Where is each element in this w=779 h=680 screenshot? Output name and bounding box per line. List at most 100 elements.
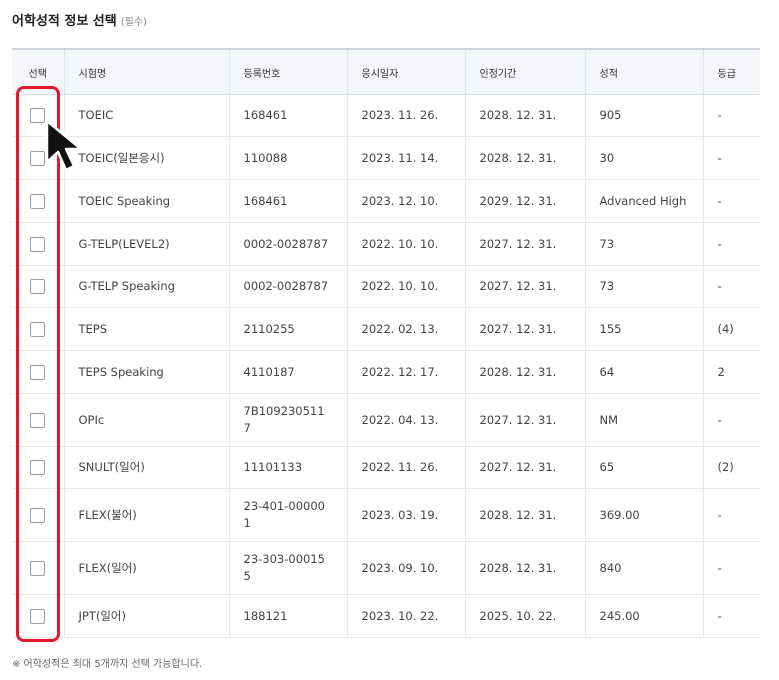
cell-select	[12, 307, 64, 351]
cell-grade: -	[702, 265, 760, 308]
cell-valid-period: 2025. 10. 22.	[464, 594, 585, 638]
table-row: G-TELP(LEVEL2) 0002-0028787 2022. 10. 10. 2…	[12, 222, 760, 266]
cell-grade: -	[702, 488, 760, 542]
row-select-checkbox[interactable]	[30, 460, 46, 475]
cell-exam-name: G-TELP Speaking	[63, 265, 229, 308]
table-row: FLEX(불어) 23-401-00000 1 2023. 03. 19. 2028.…	[12, 488, 760, 542]
cell-valid-period: 2028. 12. 31.	[464, 350, 585, 394]
header-select: 선택	[12, 48, 64, 95]
cell-registration-number: 23-401-00000 1	[228, 488, 347, 542]
table-row: TOEIC(일본응시) 110088 2023. 11. 14. 2028. 12. …	[12, 136, 760, 180]
cell-test-date: 2022. 10. 10.	[346, 222, 465, 266]
cell-select	[12, 393, 64, 447]
cell-score: 155	[584, 307, 703, 351]
row-select-checkbox[interactable]	[30, 236, 46, 252]
cell-grade: -	[702, 594, 760, 638]
language-score-table: 선택 시험명 등록번호 응시일자 인정기간 성적 등급 TOEIC 168461 2…	[12, 48, 760, 638]
header-test-date: 응시일자	[346, 48, 465, 95]
table-row: TEPS 2110255 2022. 02. 13. 2027. 12. 31. 155…	[12, 307, 760, 351]
cell-valid-period: 2028. 12. 31.	[464, 94, 585, 137]
cell-score: 840	[584, 541, 703, 595]
cell-registration-number: 2110255	[228, 307, 347, 351]
row-select-checkbox[interactable]	[30, 193, 46, 209]
cell-registration-number: 110088	[228, 136, 347, 180]
cell-grade: (4)	[702, 307, 760, 351]
section-title: 어학성적 정보 선택	[12, 14, 117, 29]
cell-registration-number: 168461	[228, 179, 347, 223]
cell-exam-name: TOEIC(일본응시)	[63, 136, 229, 180]
cell-valid-period: 2027. 12. 31.	[464, 307, 585, 351]
selection-limit-note: ※ 어학성적은 최대 5개까지 선택 가능합니다.	[12, 659, 203, 670]
cell-grade: -	[702, 179, 760, 223]
row-select-checkbox[interactable]	[30, 321, 46, 337]
cell-select	[12, 94, 64, 137]
header-registration-number: 등록번호	[228, 48, 347, 95]
row-select-checkbox[interactable]	[30, 608, 46, 624]
cell-exam-name: G-TELP(LEVEL2)	[63, 222, 229, 266]
cell-grade: 2	[702, 350, 760, 394]
row-select-checkbox[interactable]	[30, 108, 46, 123]
cell-registration-number: 23-303-00015 5	[228, 541, 347, 595]
cell-registration-number: 0002-0028787	[228, 265, 347, 308]
cell-select	[12, 265, 64, 308]
cell-exam-name: TEPS	[63, 307, 229, 351]
cell-test-date: 2023. 03. 19.	[346, 488, 465, 542]
cell-valid-period: 2028. 12. 31.	[464, 488, 585, 542]
cell-exam-name: TOEIC Speaking	[63, 179, 229, 223]
cell-valid-period: 2027. 12. 31.	[464, 265, 585, 308]
cell-score: NM	[584, 393, 703, 447]
cell-test-date: 2023. 11. 26.	[346, 94, 465, 137]
cell-grade: -	[702, 94, 760, 137]
table-row: JPT(일어) 188121 2023. 10. 22. 2025. 10. 22. 2…	[12, 594, 760, 638]
cell-test-date: 2023. 09. 10.	[346, 541, 465, 595]
table-row: G-TELP Speaking 0002-0028787 2022. 10. 10.…	[12, 265, 760, 308]
cell-test-date: 2023. 12. 10.	[346, 179, 465, 223]
cell-exam-name: SNULT(일어)	[63, 446, 229, 489]
cell-select	[12, 488, 64, 542]
table-row: TOEIC 168461 2023. 11. 26. 2028. 12. 31. 905…	[12, 94, 760, 137]
cell-exam-name: JPT(일어)	[63, 594, 229, 638]
cell-grade: (2)	[702, 446, 760, 489]
cell-test-date: 2023. 11. 14.	[346, 136, 465, 180]
cell-grade: -	[702, 222, 760, 266]
cell-test-date: 2022. 11. 26.	[346, 446, 465, 489]
cell-grade: -	[702, 136, 760, 180]
cell-score: 65	[584, 446, 703, 489]
cell-valid-period: 2027. 12. 31.	[464, 393, 585, 447]
cell-score: 30	[584, 136, 703, 180]
required-note: (필수)	[120, 17, 147, 28]
cell-registration-number: 4110187	[228, 350, 347, 394]
section-header: 어학성적 정보 선택 (필수)	[12, 10, 147, 34]
row-select-checkbox[interactable]	[30, 412, 46, 428]
row-select-checkbox[interactable]	[30, 364, 46, 380]
cell-registration-number: 7B109230511 7	[228, 393, 347, 447]
cell-registration-number: 11101133	[228, 446, 347, 489]
table-header-row: 선택 시험명 등록번호 응시일자 인정기간 성적 등급	[12, 48, 760, 95]
cell-select	[12, 541, 64, 595]
cell-test-date: 2022. 10. 10.	[346, 265, 465, 308]
cell-select	[12, 136, 64, 180]
cell-exam-name: TOEIC	[63, 94, 229, 137]
cell-grade: -	[702, 541, 760, 595]
cell-test-date: 2022. 02. 13.	[346, 307, 465, 351]
cell-score: 905	[584, 94, 703, 137]
cell-select	[12, 446, 64, 489]
header-valid-period: 인정기간	[464, 48, 585, 95]
cell-select	[12, 222, 64, 266]
cell-test-date: 2022. 12. 17.	[346, 350, 465, 394]
cell-select	[12, 350, 64, 394]
cell-score: 73	[584, 222, 703, 266]
cell-registration-number: 188121	[228, 594, 347, 638]
cell-score: 245.00	[584, 594, 703, 638]
row-select-checkbox[interactable]	[30, 560, 46, 576]
cell-grade: -	[702, 393, 760, 447]
cell-valid-period: 2029. 12. 31.	[464, 179, 585, 223]
cell-score: Advanced High	[584, 179, 703, 223]
header-exam-name: 시험명	[63, 48, 229, 95]
cell-exam-name: FLEX(불어)	[63, 488, 229, 542]
row-select-checkbox[interactable]	[30, 279, 46, 294]
table-row: TOEIC Speaking 168461 2023. 12. 10. 2029. 1…	[12, 179, 760, 223]
row-select-checkbox[interactable]	[30, 507, 46, 523]
table-row: TEPS Speaking 4110187 2022. 12. 17. 2028. 1…	[12, 350, 760, 394]
row-select-checkbox[interactable]	[30, 150, 46, 166]
